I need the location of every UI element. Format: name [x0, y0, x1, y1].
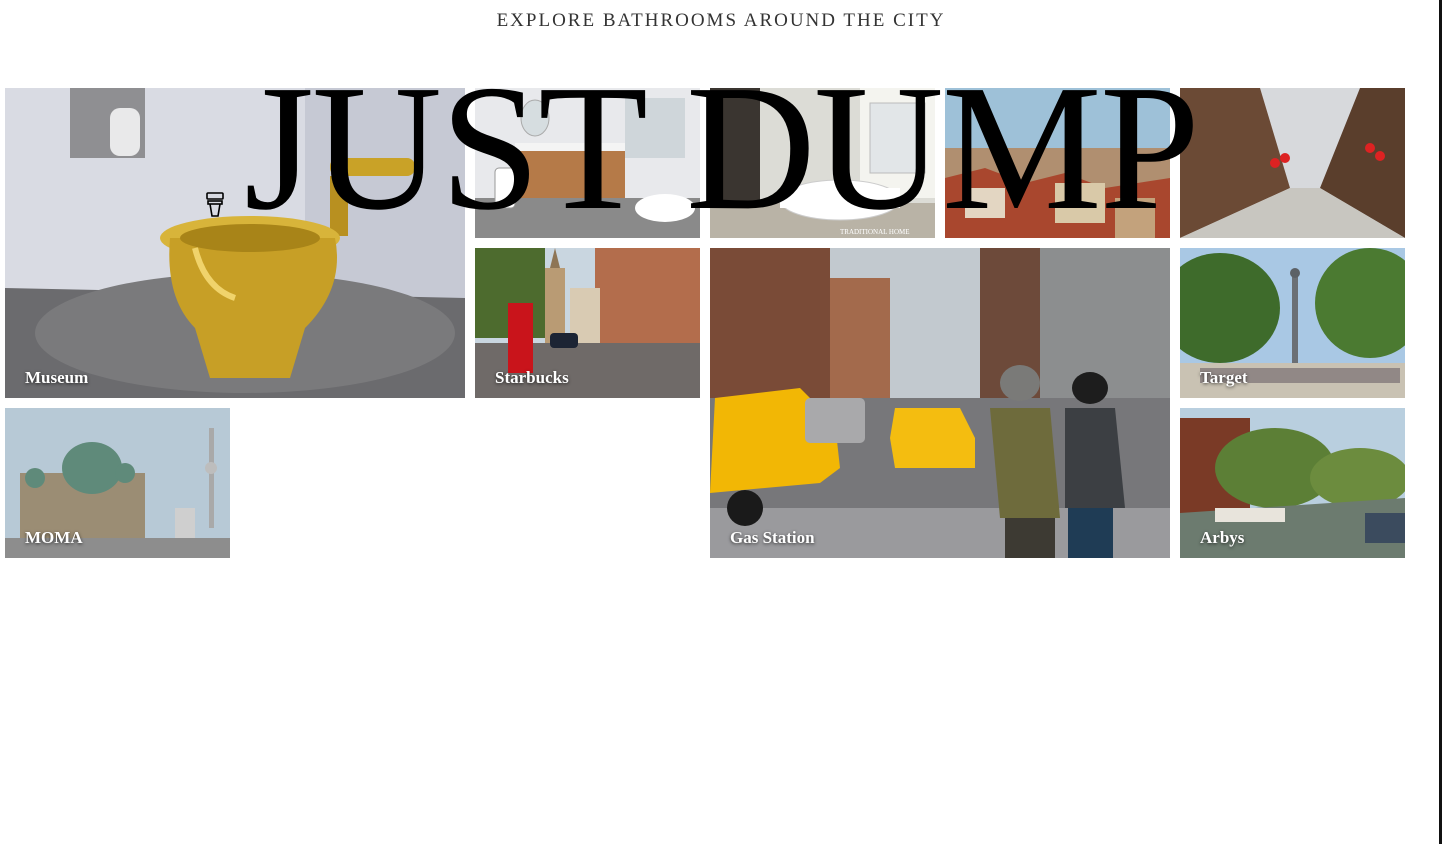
- bathroom-interior-photo: [475, 88, 700, 238]
- tile-label-moma: MOMA: [25, 528, 83, 547]
- tile-lantern-street[interactable]: [1180, 88, 1405, 238]
- tile-label-starbucks: Starbucks: [495, 368, 569, 387]
- tile-starbucks[interactable]: Starbucks: [475, 248, 700, 398]
- tile-gas-station[interactable]: Gas Station: [710, 248, 1170, 558]
- tile-label-arbys: Arbys: [1200, 528, 1245, 547]
- museum-photo: [5, 88, 465, 398]
- tile-moma[interactable]: MOMA: [5, 408, 230, 558]
- tagline: EXPLORE BATHROOMS AROUND THE CITY: [496, 10, 946, 31]
- tile-rooftops[interactable]: [945, 88, 1170, 238]
- tile-bathtub[interactable]: TRADITIONAL HOME: [710, 88, 935, 238]
- tile-museum[interactable]: Museum: [5, 88, 465, 398]
- bathtub-photo: TRADITIONAL HOME: [710, 88, 935, 238]
- photo-watermark: TRADITIONAL HOME: [840, 228, 910, 236]
- tile-target[interactable]: Target: [1180, 248, 1405, 398]
- tile-label-target: Target: [1200, 368, 1248, 387]
- gas-station-photo: [710, 248, 1170, 558]
- tile-arbys[interactable]: Arbys: [1180, 408, 1405, 558]
- rooftops-photo: [945, 88, 1170, 238]
- tile-bathroom-interior[interactable]: [475, 88, 700, 238]
- lantern-street-photo: [1180, 88, 1405, 238]
- toilet-icon[interactable]: [206, 192, 224, 218]
- tile-label-gas-station: Gas Station: [730, 528, 815, 547]
- tile-label-museum: Museum: [25, 368, 89, 387]
